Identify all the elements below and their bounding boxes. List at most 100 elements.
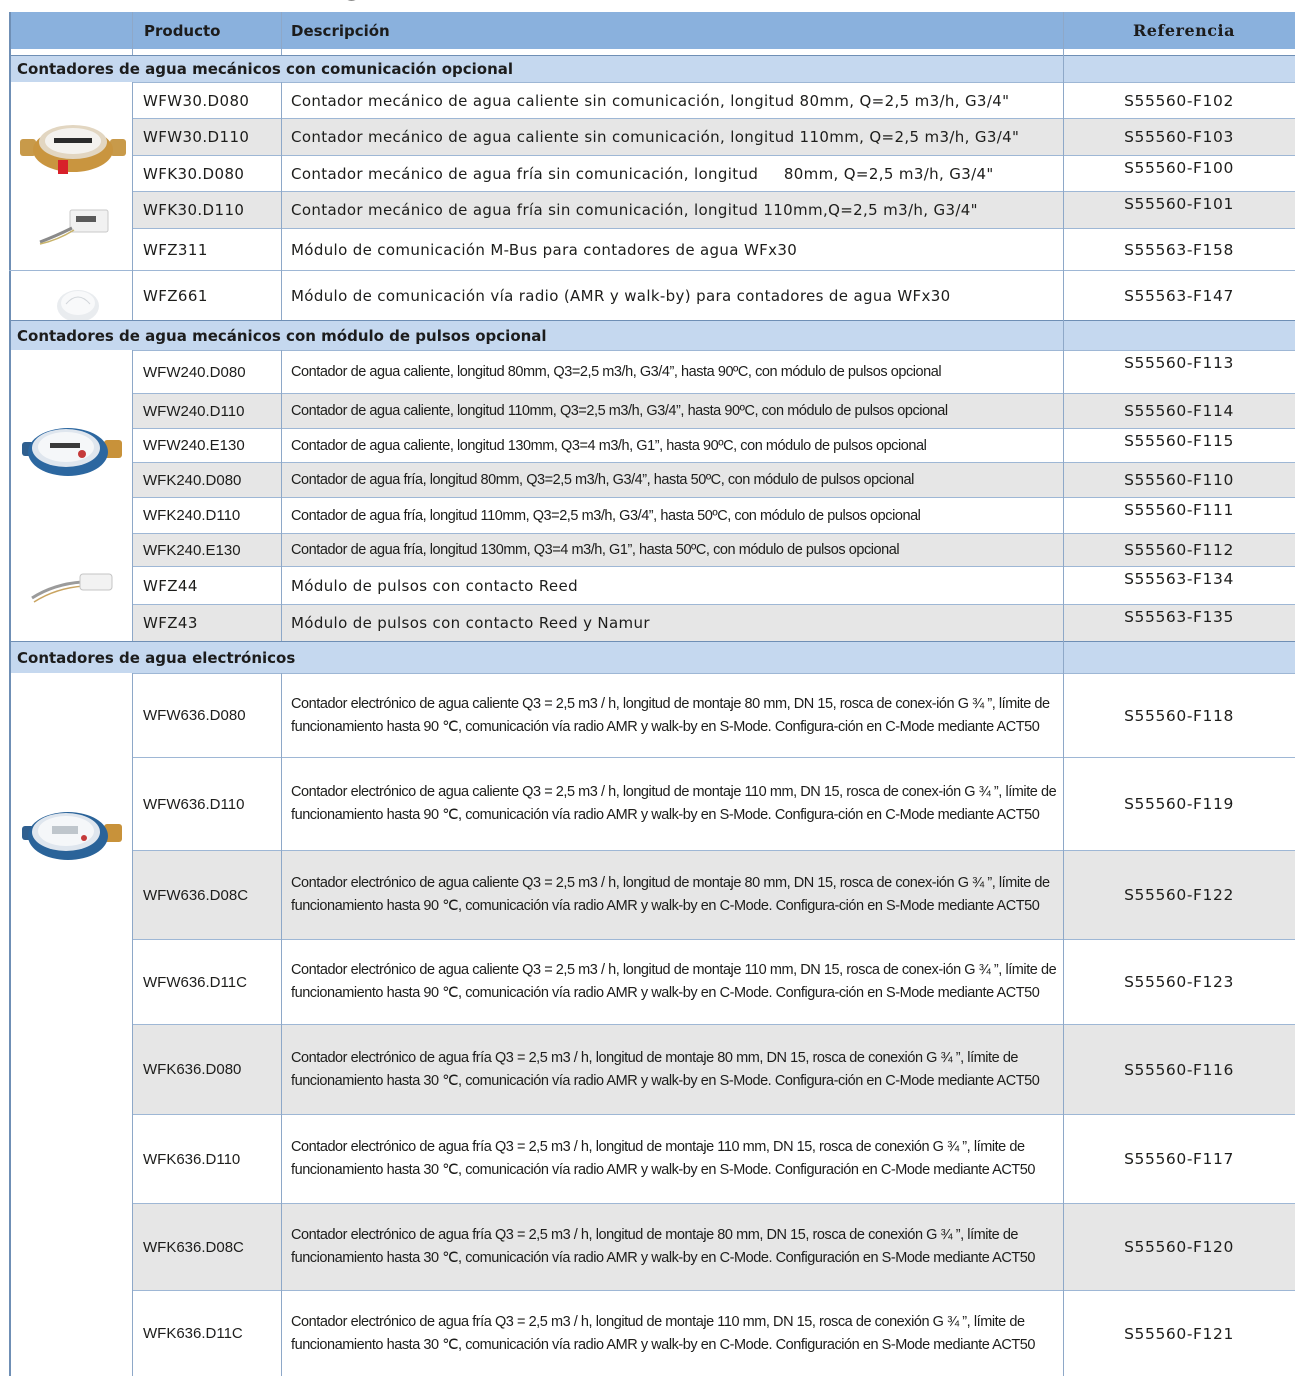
product-code: WFK636.D11C	[143, 1325, 243, 1342]
header-descripcion: Descripción	[291, 21, 390, 40]
product-code: WFK240.D080	[143, 471, 242, 489]
product-reference: S55560-F123	[1124, 973, 1234, 991]
title-glyph-fragment	[347, 0, 356, 1]
product-description: Módulo de comunicación vía radio (AMR y …	[291, 286, 951, 305]
col-divider	[281, 82, 282, 320]
section-ref-cell	[1063, 641, 1295, 673]
col-divider	[132, 350, 133, 641]
radio-module-image	[57, 290, 99, 320]
product-reference: S55563-F134	[1124, 570, 1234, 588]
col-divider	[132, 12, 133, 55]
product-reference: S55560-F113	[1124, 354, 1234, 372]
blue-water-meter-image	[22, 428, 122, 476]
product-description: Contador mecánico de agua caliente sin c…	[291, 128, 1020, 146]
table-row: WFW240.E130 Contador de agua caliente, l…	[132, 428, 1295, 462]
product-code: WFK30.D080	[143, 164, 245, 183]
m-bus-module-image	[39, 209, 109, 245]
table-row: WFZ44 Módulo de pulsos con contacto Reed…	[132, 566, 1295, 604]
product-code: WFZ661	[143, 286, 208, 305]
product-description: Módulo de pulsos con contacto Reed y Nam…	[291, 614, 650, 632]
table-row: WFZ43 Módulo de pulsos con contacto Reed…	[132, 604, 1295, 641]
product-reference: S55560-F103	[1124, 128, 1234, 146]
table-row: WFW636.D08C Contador electrónico de agua…	[132, 850, 1295, 939]
product-description: Contador de agua fría, longitud 110mm, Q…	[291, 507, 921, 524]
product-description: Contador electrónico de agua fría Q3 = 2…	[291, 1139, 1036, 1178]
product-code: WFK240.E130	[143, 541, 241, 559]
section-title-electronicos: Contadores de agua electrónicos	[9, 641, 1063, 673]
product-reference: S55560-F101	[1124, 195, 1234, 213]
col-divider	[281, 12, 282, 55]
product-code: WFW636.D08C	[143, 886, 249, 904]
product-description: Contador de agua caliente, longitud 130m…	[291, 437, 927, 454]
mechanical-water-meter-image	[20, 125, 126, 174]
product-reference: S55560-F118	[1124, 706, 1234, 725]
product-code: WFW30.D110	[143, 128, 250, 146]
pulse-module-cable-image	[31, 573, 113, 603]
product-code: WFZ311	[143, 240, 208, 259]
product-description: Contador electrónico de agua caliente Q3…	[291, 962, 1057, 1001]
product-code: WFW636.D11C	[143, 973, 247, 991]
section-title-mecanicos-comunicacion: Contadores de agua mecánicos con comunic…	[9, 55, 1063, 82]
product-description: Contador electrónico de agua fría Q3 = 2…	[291, 1227, 1036, 1266]
header-referencia: Referencia	[1133, 21, 1235, 40]
product-reference: S55560-F115	[1124, 432, 1234, 450]
product-code: WFW240.D110	[143, 402, 245, 420]
table-row: WFK30.D110 Contador mecánico de agua frí…	[132, 191, 1295, 228]
product-code: WFW636.D080	[143, 707, 246, 724]
col-divider	[1063, 641, 1064, 1376]
product-reference: S55560-F100	[1124, 159, 1234, 177]
table-row: WFW30.D080 Contador mecánico de agua cal…	[132, 82, 1295, 118]
product-code: WFW30.D080	[143, 91, 250, 110]
product-description: Contador electrónico de agua fría Q3 = 2…	[291, 1313, 1036, 1353]
product-description: Contador de agua fría, longitud 80mm, Q3…	[291, 472, 914, 488]
page-title-fragment	[330, 0, 390, 8]
table-row: WFK240.E130 Contador de agua fría, longi…	[132, 533, 1295, 566]
product-code: WFZ44	[143, 576, 198, 595]
table-row: WFW636.D080 Contador electrónico de agua…	[132, 673, 1295, 757]
col-divider	[1063, 12, 1064, 55]
col-divider	[132, 673, 133, 1376]
product-reference: S55560-F122	[1124, 886, 1234, 904]
product-description: Contador electrónico de agua caliente Q3…	[291, 875, 1050, 914]
product-description: Contador electrónico de agua caliente Q3…	[291, 695, 1050, 735]
product-reference: S55560-F112	[1124, 541, 1234, 559]
table-row: WFW636.D110 Contador electrónico de agua…	[132, 757, 1295, 850]
product-description: Contador electrónico de agua fría Q3 = 2…	[291, 1049, 1040, 1089]
product-description: Contador mecánico de agua caliente sin c…	[291, 91, 1010, 110]
product-code: WFW636.D110	[143, 795, 245, 813]
product-code: WFK636.D080	[143, 1061, 242, 1078]
table-row: WFZ311 Módulo de comunicación M-Bus para…	[132, 228, 1295, 270]
col-divider	[1063, 320, 1064, 641]
product-code: WFW240.E130	[143, 437, 245, 454]
table-row: WFK636.D110 Contador electrónico de agua…	[132, 1114, 1295, 1203]
row-separator	[9, 270, 132, 271]
table-row: WFK636.D080 Contador electrónico de agua…	[132, 1024, 1295, 1114]
product-reference: S55560-F121	[1124, 1324, 1234, 1343]
product-reference: S55563-F158	[1124, 240, 1234, 259]
product-reference: S55560-F111	[1124, 501, 1234, 519]
product-reference: S55563-F147	[1124, 286, 1234, 305]
table-row: WFK30.D080 Contador mecánico de agua frí…	[132, 155, 1295, 191]
product-code: WFK240.D110	[143, 507, 241, 524]
product-reference: S55560-F120	[1124, 1238, 1234, 1256]
electronic-water-meter-image	[22, 812, 122, 860]
table-row: WFW240.D110 Contador de agua caliente, l…	[132, 393, 1295, 428]
product-description: Contador de agua caliente, longitud 80mm…	[291, 364, 942, 380]
product-description: Módulo de comunicación M-Bus para contad…	[291, 240, 798, 259]
product-code: WFZ43	[143, 614, 198, 632]
table-row: WFZ661 Módulo de comunicación vía radio …	[132, 270, 1295, 320]
table-row: WFW240.D080 Contador de agua caliente, l…	[132, 350, 1295, 393]
product-description: Módulo de pulsos con contacto Reed	[291, 576, 578, 595]
table-row: WFK240.D110 Contador de agua fría, longi…	[132, 497, 1295, 533]
product-description: Contador de agua caliente, longitud 110m…	[291, 403, 948, 419]
product-code: WFK30.D110	[143, 201, 245, 219]
product-reference: S55560-F116	[1124, 1060, 1234, 1079]
product-reference: S55560-F117	[1124, 1150, 1234, 1168]
col-divider	[281, 673, 282, 1376]
table-row: WFK636.D08C Contador electrónico de agua…	[132, 1203, 1295, 1290]
col-divider	[281, 350, 282, 641]
product-reference: S55560-F102	[1124, 91, 1234, 110]
header-producto: Producto	[144, 21, 221, 40]
col-divider	[132, 82, 133, 320]
col-divider	[1063, 55, 1064, 320]
